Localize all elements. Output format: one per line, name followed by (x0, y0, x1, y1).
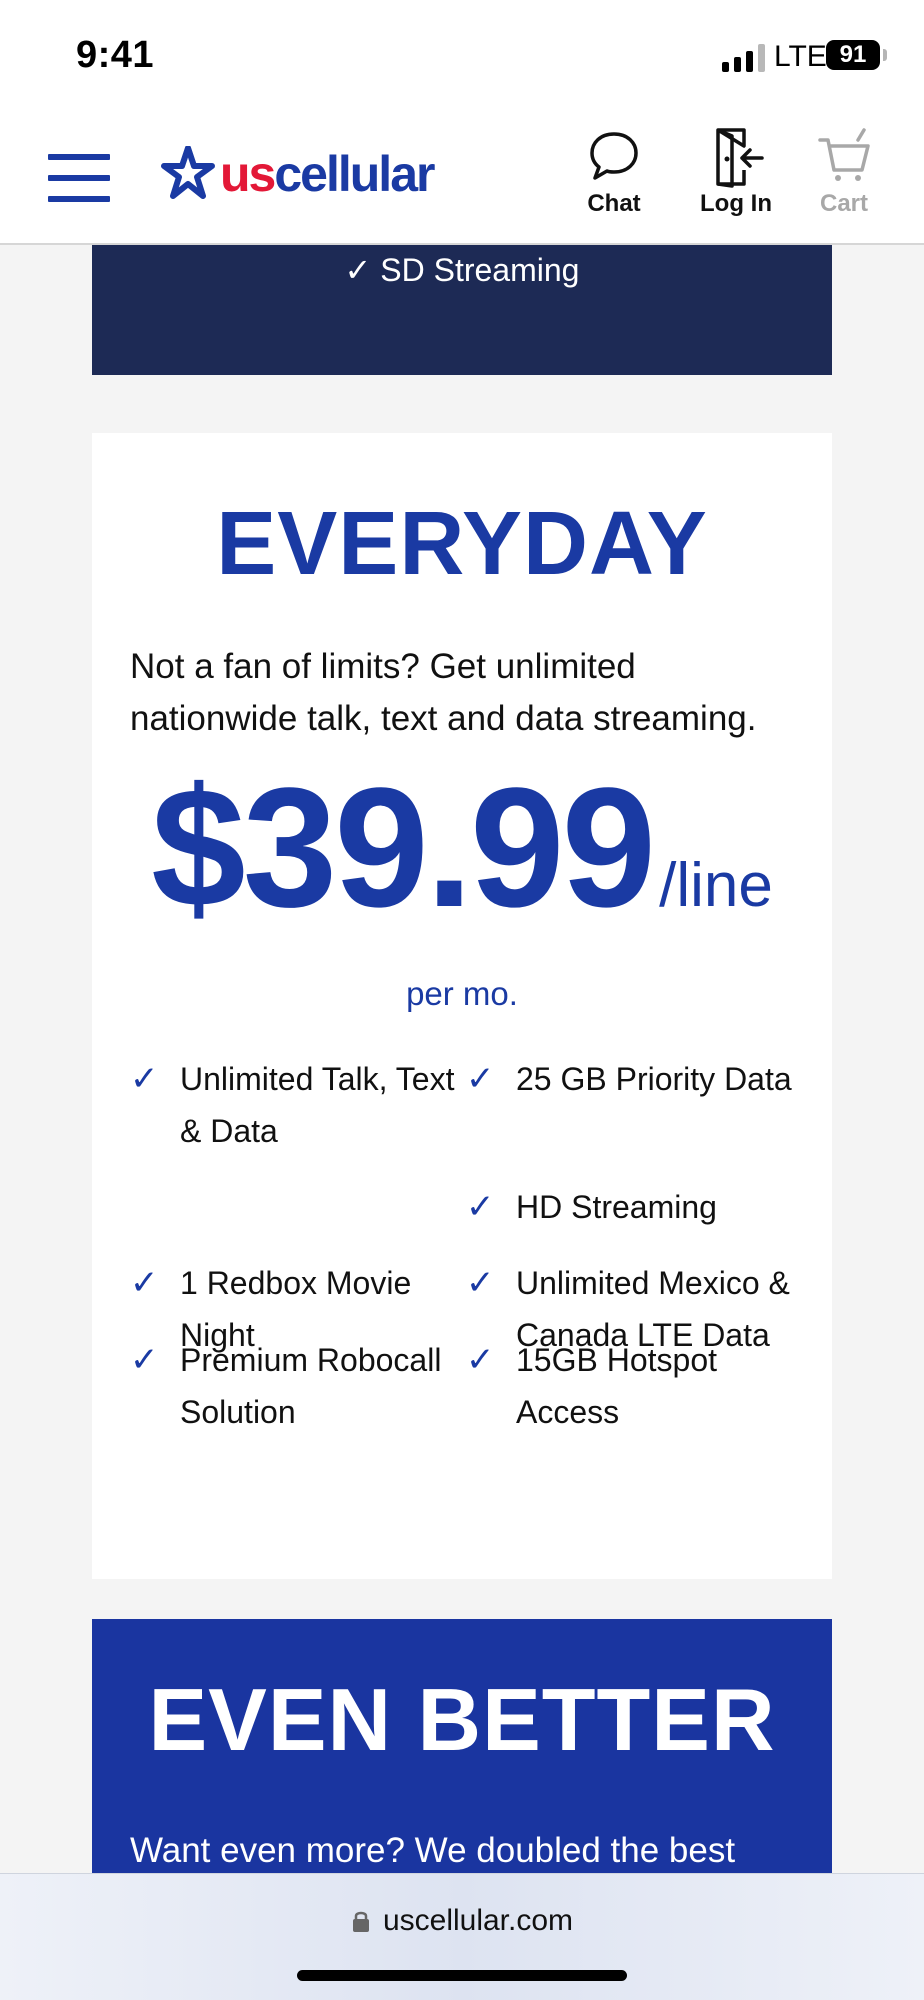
plan-feature-label: SD Streaming (380, 252, 580, 288)
price-unit: /line (659, 851, 773, 920)
plan-title: EVEN BETTER (148, 1670, 776, 1769)
uscellular-logo[interactable]: uscellular (160, 142, 435, 206)
cart-label: Cart (819, 190, 868, 217)
chat-label: Chat (587, 190, 641, 217)
lock-icon (352, 1911, 369, 1932)
plan-feature-item: ✓ Unlimited Talk, Text & Data (130, 1053, 460, 1157)
check-icon: ✓ (466, 1060, 495, 1098)
cellular-signal-icon (722, 44, 765, 72)
home-indicator[interactable] (297, 1970, 627, 1981)
plan-feature-item: ✓ 15GB Hotspot Access (466, 1334, 796, 1438)
plan-feature-item: ✓ 25 GB Priority Data (466, 1053, 796, 1105)
chat-button[interactable]: Chat (586, 126, 642, 218)
login-door-icon (716, 128, 764, 188)
plan-feature-item: ✓ HD Streaming (466, 1181, 796, 1233)
check-icon: ✓ (130, 1341, 159, 1379)
url-display[interactable]: uscellular.com (0, 1904, 924, 1938)
check-icon: ✓ (466, 1341, 495, 1379)
menu-icon[interactable] (48, 154, 110, 202)
logo-text-cellular: cellular (274, 146, 435, 202)
status-bar: 9:41 LTE 91 (0, 0, 924, 112)
login-label: Log In (700, 190, 772, 217)
plan-description: Not a fan of limits? Get unlimited natio… (130, 647, 757, 738)
star-logo-icon (161, 146, 215, 199)
login-button[interactable]: Log In (700, 126, 772, 218)
plan-description: Want even more? We doubled the best (130, 1831, 736, 1870)
url-text: uscellular.com (382, 1904, 574, 1937)
plan-feature-label: 25 GB Priority Data (516, 1061, 792, 1097)
battery-icon: 91 (826, 40, 880, 70)
plan-feature-label: 15GB Hotspot Access (516, 1342, 717, 1430)
network-type: LTE (774, 40, 827, 73)
cart-button[interactable]: Cart (816, 126, 872, 218)
plan-feature-item: ✓ Premium Robocall Solution (130, 1334, 460, 1438)
plan-price: $39.99 /line (92, 763, 832, 933)
check-icon: ✓ (466, 1188, 495, 1226)
plan-feature-label: Unlimited Talk, Text & Data (180, 1061, 455, 1149)
even-better-plan-card: EVEN BETTER Want even more? We doubled t… (92, 1619, 832, 1879)
cart-icon (818, 128, 870, 181)
previous-plan-card: ✓ SD Streaming (92, 245, 832, 375)
check-icon: ✓ (344, 252, 381, 288)
price-amount: $39.99 (151, 753, 656, 943)
battery-level: 91 (839, 41, 867, 68)
site-header: uscellular Chat Log In Cart (0, 112, 924, 245)
plan-feature-label: HD Streaming (516, 1189, 717, 1225)
logo-text-us: us (220, 146, 276, 202)
price-period: per mo. (406, 975, 518, 1012)
plan-title: EVERYDAY (216, 494, 708, 594)
chat-bubble-icon (590, 132, 638, 180)
browser-address-bar[interactable]: uscellular.com (0, 1873, 924, 2000)
plan-feature-item: ✓ SD Streaming (92, 251, 832, 289)
plan-feature-label: Premium Robocall Solution (180, 1342, 442, 1430)
status-time: 9:41 (76, 34, 155, 76)
everyday-plan-card: EVERYDAY Not a fan of limits? Get unlimi… (92, 433, 832, 1579)
check-icon: ✓ (130, 1060, 159, 1098)
battery-tip (883, 49, 887, 61)
